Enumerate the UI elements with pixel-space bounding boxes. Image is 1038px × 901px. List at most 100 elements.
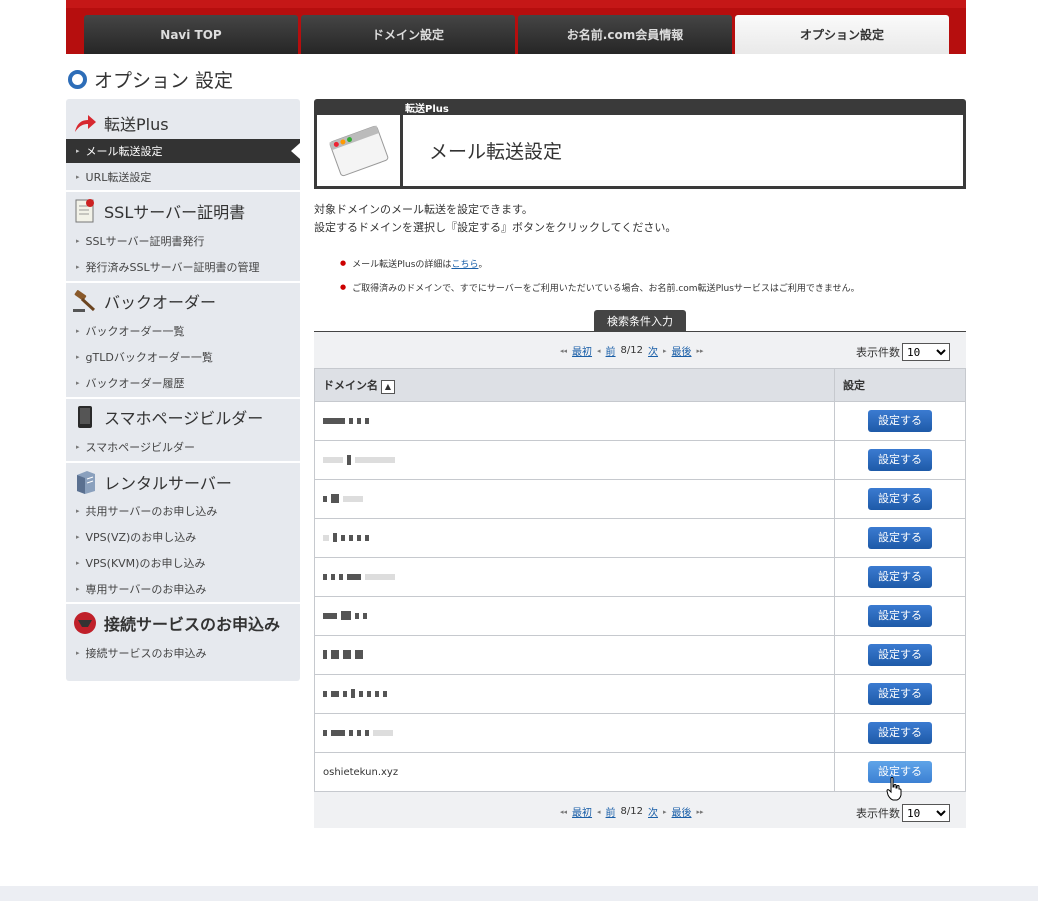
sidebar-item-label: 接続サービスのお申込み bbox=[85, 647, 207, 660]
browser-window-icon bbox=[328, 125, 388, 176]
content-header-box: 転送Plus メール転送設定 bbox=[314, 99, 966, 189]
setting-cell: 設定する bbox=[834, 713, 966, 753]
sidebar-section-title: 転送Plus bbox=[104, 115, 169, 134]
set-button[interactable]: 設定する bbox=[868, 722, 932, 744]
setting-cell: 設定する bbox=[834, 674, 966, 714]
setting-column-header: 設定 bbox=[834, 368, 966, 402]
sidebar-item-mail-forwarding[interactable]: メール転送設定 bbox=[66, 139, 300, 163]
setting-cell: 設定する bbox=[834, 440, 966, 480]
top-nav: Navi TOP ドメイン設定 お名前.com会員情報 オプション設定 bbox=[66, 0, 966, 54]
sidebar-item-gtld-backorder-list[interactable]: gTLDバックオーダー一覧 bbox=[66, 345, 300, 369]
tab-label: Navi TOP bbox=[160, 27, 222, 42]
set-button[interactable]: 設定する bbox=[868, 644, 932, 666]
set-button[interactable]: 設定する bbox=[868, 488, 932, 510]
tab-option-settings[interactable]: オプション設定 bbox=[735, 15, 949, 54]
pager-last-link[interactable]: 最後 bbox=[672, 343, 692, 358]
domain-cell-redacted bbox=[314, 440, 835, 480]
sidebar-item-label: URL転送設定 bbox=[85, 171, 152, 184]
sidebar-item-label: gTLDバックオーダー一覧 bbox=[85, 351, 213, 364]
column-label: 設定 bbox=[843, 379, 865, 392]
description-line: 対象ドメインのメール転送を設定できます。 bbox=[314, 203, 533, 216]
sidebar-item-vps-kvm[interactable]: VPS(KVM)のお申し込み bbox=[66, 551, 300, 575]
sidebar-item-backorder-history[interactable]: バックオーダー履歴 bbox=[66, 371, 300, 395]
sidebar-item-vps-vz[interactable]: VPS(VZ)のお申し込み bbox=[66, 525, 300, 549]
domain-cell-redacted bbox=[314, 713, 835, 753]
pager-prev-link[interactable]: 前 bbox=[606, 343, 616, 358]
set-button[interactable]: 設定する bbox=[868, 605, 932, 627]
header-category: 転送Plus bbox=[405, 104, 449, 115]
sort-asc-icon[interactable]: ▲ bbox=[381, 379, 395, 394]
setting-cell: 設定する bbox=[834, 635, 966, 675]
set-button[interactable]: 設定する bbox=[868, 527, 932, 549]
set-button[interactable]: 設定する bbox=[868, 410, 932, 432]
note-text: ご取得済みのドメインで、すでにサーバーをご利用いただいている場合、お名前.com… bbox=[352, 283, 860, 294]
domain-column-header: ドメイン名 ▲ bbox=[314, 368, 835, 402]
table-row: 設定する bbox=[314, 401, 966, 441]
set-button[interactable]: 設定する bbox=[868, 566, 932, 588]
sidebar-item-ssl-issue[interactable]: SSLサーバー証明書発行 bbox=[66, 229, 300, 253]
pager-first-link[interactable]: 最初 bbox=[572, 804, 592, 819]
domain-cell: oshietekun.xyz bbox=[314, 752, 835, 792]
sidebar-item-label: スマホページビルダー bbox=[85, 441, 195, 454]
first-arrow-icon: ◂◂ bbox=[560, 346, 568, 355]
server-icon bbox=[72, 470, 98, 494]
sidebar-item-backorder-list[interactable]: バックオーダー一覧 bbox=[66, 319, 300, 343]
sidebar-divider bbox=[66, 461, 300, 463]
column-label: ドメイン名 bbox=[323, 378, 378, 392]
footer-bar bbox=[0, 886, 1038, 901]
tab-member-info[interactable]: お名前.com会員情報 bbox=[518, 15, 732, 54]
pager-last-link[interactable]: 最後 bbox=[672, 804, 692, 819]
setting-cell: 設定する bbox=[834, 518, 966, 558]
count-label: 表示件数 bbox=[856, 346, 900, 359]
sidebar-item-connection-service[interactable]: 接続サービスのお申込み bbox=[66, 641, 300, 665]
sidebar-item-label: VPS(KVM)のお申し込み bbox=[85, 557, 206, 570]
set-button[interactable]: 設定する bbox=[868, 683, 932, 705]
sidebar-item-ssl-manage[interactable]: 発行済みSSLサーバー証明書の管理 bbox=[66, 255, 300, 279]
domain-table-area: ◂◂ 最初 ◂ 前 8/12 次 ▸ 最後 ▸▸ 表示件数 10 ドメイン名 ▲ 設定 設… bbox=[314, 331, 966, 828]
page-title: オプション 設定 bbox=[68, 66, 233, 93]
table-row: 設定する bbox=[314, 596, 966, 636]
pager-prev-link[interactable]: 前 bbox=[606, 804, 616, 819]
table-header-row: ドメイン名 ▲ 設定 bbox=[314, 368, 966, 402]
sidebar-item-label: VPS(VZ)のお申し込み bbox=[85, 531, 197, 544]
set-button[interactable]: 設定する bbox=[868, 449, 932, 471]
pager-next-link[interactable]: 次 bbox=[648, 343, 658, 358]
tab-navi-top[interactable]: Navi TOP bbox=[84, 15, 298, 54]
table-row: 設定する bbox=[314, 479, 966, 519]
sidebar-item-url-forwarding[interactable]: URL転送設定 bbox=[66, 165, 300, 189]
sidebar: 転送Plus メール転送設定 URL転送設定 SSLサーバー証明書 SSLサーバ… bbox=[66, 99, 300, 681]
domain-cell-redacted bbox=[314, 557, 835, 597]
tab-domain-settings[interactable]: ドメイン設定 bbox=[301, 15, 515, 54]
domain-cell-redacted bbox=[314, 401, 835, 441]
sidebar-item-shared-server[interactable]: 共用サーバーのお申し込み bbox=[66, 499, 300, 523]
sidebar-item-label: 共用サーバーのお申し込み bbox=[85, 505, 218, 518]
count-select[interactable]: 10 bbox=[902, 804, 950, 822]
next-arrow-icon: ▸ bbox=[663, 346, 667, 355]
domain-cell-redacted bbox=[314, 596, 835, 636]
circle-bullet-icon bbox=[68, 70, 87, 89]
pager-first-link[interactable]: 最初 bbox=[572, 343, 592, 358]
sidebar-section-title: バックオーダー bbox=[104, 293, 217, 312]
sidebar-section-title: 接続サービスのお申込み bbox=[104, 615, 281, 634]
next-arrow-icon: ▸ bbox=[663, 807, 667, 816]
table-row: 設定する bbox=[314, 674, 966, 714]
sidebar-divider bbox=[66, 190, 300, 192]
sidebar-item-dedicated-server[interactable]: 専用サーバーのお申込み bbox=[66, 577, 300, 601]
count-select[interactable]: 10 bbox=[902, 343, 950, 361]
pager-top: ◂◂ 最初 ◂ 前 8/12 次 ▸ 最後 ▸▸ 表示件数 10 bbox=[314, 332, 966, 368]
header-title: メール転送設定 bbox=[429, 141, 563, 163]
sidebar-item-smartphone-builder[interactable]: スマホページビルダー bbox=[66, 435, 300, 459]
pager-bottom: ◂◂ 最初 ◂ 前 8/12 次 ▸ 最後 ▸▸ 表示件数 10 bbox=[314, 793, 966, 829]
search-conditions-tab[interactable]: 検索条件入力 bbox=[594, 310, 686, 332]
sidebar-section-ssl: SSLサーバー証明書 bbox=[66, 197, 300, 225]
details-link[interactable]: こちら bbox=[451, 257, 478, 270]
setting-cell: 設定する bbox=[834, 479, 966, 519]
sidebar-section-title: レンタルサーバー bbox=[104, 474, 232, 493]
domain-table: ドメイン名 ▲ 設定 設定する 設定する 設定する 設定する 設定する 設定する … bbox=[314, 368, 966, 792]
table-row: oshietekun.xyz 設定する bbox=[314, 752, 966, 792]
count-label: 表示件数 bbox=[856, 807, 900, 820]
table-row: 設定する bbox=[314, 518, 966, 558]
domain-cell-redacted bbox=[314, 674, 835, 714]
sidebar-item-label: 専用サーバーのお申込み bbox=[85, 583, 207, 596]
pager-next-link[interactable]: 次 bbox=[648, 804, 658, 819]
